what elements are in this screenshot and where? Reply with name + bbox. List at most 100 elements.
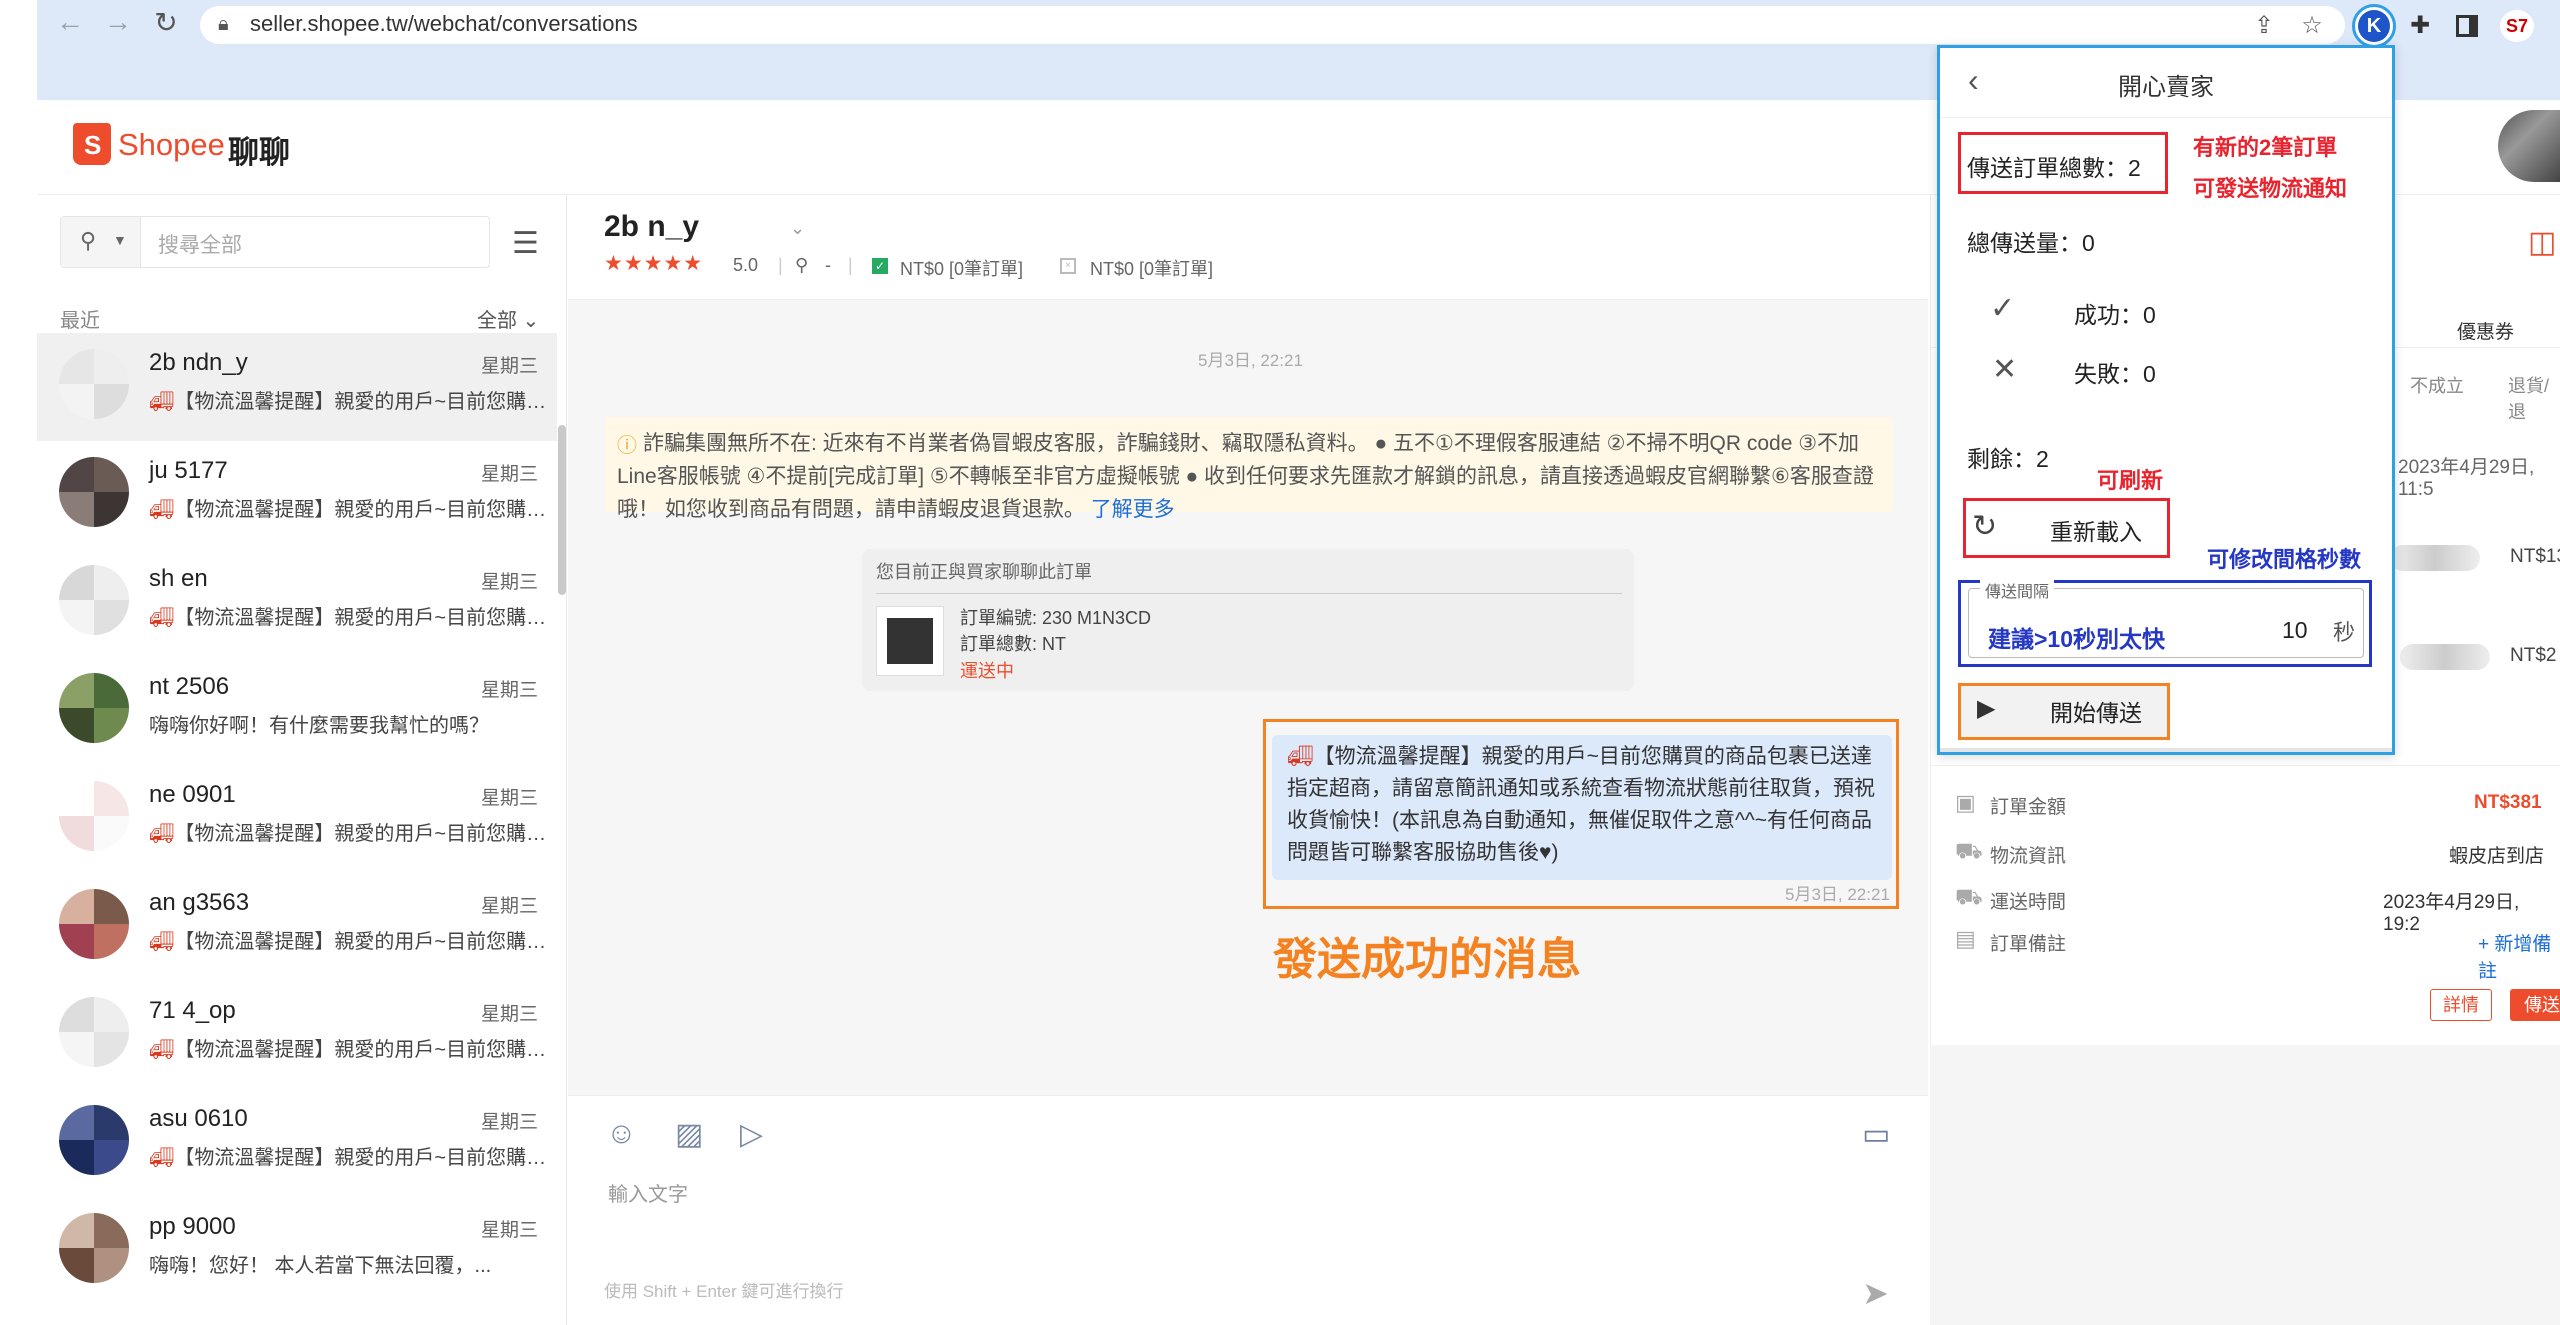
avatar bbox=[59, 1213, 129, 1283]
tab-coupon[interactable]: 優惠券 bbox=[2457, 317, 2514, 344]
remaining-count: 剩餘：2 bbox=[1967, 446, 2049, 472]
video-icon[interactable]: ▷ bbox=[740, 1117, 763, 1152]
order-total: 訂單總數: NT bbox=[960, 634, 1066, 654]
order-amount-1: NT$13 bbox=[2510, 546, 2560, 567]
bookmark-star-icon[interactable]: ☆ bbox=[2294, 8, 2330, 44]
conversation-item[interactable]: nt 2506 星期三 嗨嗨你好啊！有什麼需要我幫忙的嗎？ bbox=[37, 657, 557, 765]
share-icon[interactable]: ⇪ bbox=[2246, 8, 2282, 44]
reload-icon[interactable]: ↻ bbox=[148, 6, 184, 39]
detail-button[interactable]: 詳情 bbox=[2430, 989, 2492, 1021]
order-amount-2: NT$2 bbox=[2510, 645, 2557, 666]
preview-text: 【物流溫馨提醒】親愛的用戶~目前您購買的商品包裹已送達 bbox=[174, 931, 549, 953]
check-icon: ✓ bbox=[1990, 292, 2016, 325]
popup-footer bbox=[1940, 748, 2392, 752]
preview-text: 【物流溫馨提醒】親愛的用戶~目前您購買的商品包裹已送達 bbox=[174, 607, 549, 629]
blurred-product bbox=[2390, 545, 2480, 571]
success-count: 成功：0 bbox=[2074, 302, 2156, 328]
learn-more-link[interactable]: 了解更多 bbox=[1091, 498, 1175, 521]
conversation-item[interactable]: ne 0901 星期三 🚚︎【物流溫馨提醒】親愛的用戶~目前您購買的商品包裹已送達 bbox=[37, 765, 557, 873]
message-input[interactable]: 輸入文字 bbox=[608, 1178, 688, 1207]
preview-text: 嗨嗨你好啊！有什麼需要我幫忙的嗎？ bbox=[149, 715, 489, 737]
divider: | bbox=[848, 255, 853, 275]
check-box-icon: ✓ bbox=[872, 258, 888, 274]
forward-icon[interactable]: → bbox=[100, 6, 136, 38]
preview-text: 【物流溫馨提醒】親愛的用戶~目前您購買的商品包裹已送達 bbox=[174, 391, 549, 413]
logistics-label: 物流資訊 bbox=[1990, 846, 2067, 867]
preview-text: 嗨嗨！您好！ 本人若當下無法回覆，... bbox=[149, 1255, 492, 1277]
order-amount-value: NT$381 bbox=[2474, 792, 2542, 813]
truck-outline-icon: ⛟ bbox=[1955, 838, 1983, 863]
avatar bbox=[59, 457, 129, 527]
puzzle-icon[interactable]: ✚ bbox=[2402, 8, 2438, 44]
conversation-name: 71 4_op bbox=[149, 997, 236, 1024]
interval-legend: 傳送間隔 bbox=[1980, 578, 2055, 602]
url-text[interactable]: seller.shopee.tw/webchat/conversations bbox=[250, 11, 638, 37]
emoji-icon[interactable]: ☺ bbox=[606, 1117, 637, 1151]
conversation-name: ne 0901 bbox=[149, 781, 236, 808]
location-value: - bbox=[825, 255, 831, 275]
preview-text: 【物流溫馨提醒】親愛的用戶~目前您購買的商品包裹已送達 bbox=[174, 499, 549, 521]
filter-invalid[interactable]: 不成立 bbox=[2410, 372, 2464, 398]
shopee-s-glyph: S bbox=[84, 130, 102, 160]
sidepanel-icon[interactable] bbox=[2456, 15, 2478, 37]
chevron-down-icon[interactable]: ⌄ bbox=[790, 218, 805, 239]
rating-value: 5.0 bbox=[733, 255, 759, 275]
search-scope-dropdown[interactable] bbox=[61, 217, 141, 267]
pending-orders-meta: NT$0 [0筆訂單] bbox=[1090, 259, 1214, 279]
blurred-product bbox=[2400, 644, 2490, 670]
interval-input[interactable]: 10 bbox=[2282, 617, 2308, 644]
input-hint: 使用 Shift + Enter 鍵可進行換行 bbox=[604, 1282, 844, 1301]
quick-reply-icon[interactable]: ▭ bbox=[1862, 1117, 1890, 1152]
send-order-button[interactable]: 傳送 bbox=[2510, 989, 2560, 1021]
search-icon: ⚲ bbox=[80, 228, 97, 253]
conversation-name: pp 9000 bbox=[149, 1213, 236, 1240]
annotation-success-message: 發送成功的消息 bbox=[1273, 935, 1581, 984]
add-note-link[interactable]: + 新增備註 bbox=[2478, 929, 2560, 983]
sidebar-scrollbar[interactable] bbox=[558, 425, 566, 595]
conversation-item[interactable]: 2b ndn_y 星期三 🚚︎【物流溫馨提醒】親愛的用戶~目前您購買的商品包裹已送達 bbox=[37, 333, 557, 441]
total-sent-count: 總傳送量：0 bbox=[1967, 230, 2095, 256]
avatar bbox=[59, 673, 129, 743]
buyer-name[interactable]: 2b n_y bbox=[604, 210, 699, 244]
conversation-item[interactable]: pp 9000 星期三嗨嗨！您好！ 本人若當下無法回覆，... bbox=[37, 1197, 557, 1305]
message-date: 5月3日, 22:21 bbox=[1198, 351, 1303, 370]
filter-all-dropdown[interactable]: 全部 ⌄ bbox=[477, 304, 539, 333]
conversation-item[interactable]: asu 0610 星期三 🚚︎【物流溫馨提醒】親愛的用戶~目前您購買的商品包裹已送達 bbox=[37, 1089, 557, 1197]
truck-icon: 🚚︎ bbox=[149, 931, 175, 953]
image-icon[interactable]: ▨ bbox=[675, 1117, 703, 1152]
preview-text: 【物流溫馨提醒】親愛的用戶~目前您購買的商品包裹已送達 bbox=[174, 1147, 549, 1169]
brand-logo-text: Shopee bbox=[118, 127, 225, 162]
order-note-label: 訂單備註 bbox=[1990, 934, 2067, 955]
seller-avatar[interactable] bbox=[2498, 110, 2560, 182]
start-send-label: 開始傳送 bbox=[2050, 700, 2142, 726]
back-chevron-icon[interactable]: ‹ bbox=[1968, 62, 1979, 99]
conversation-day: 星期三 bbox=[481, 1220, 539, 1241]
search-placeholder: 搜尋全部 bbox=[158, 234, 242, 257]
send-icon[interactable]: ➤ bbox=[1862, 1274, 1889, 1312]
conversation-preview: 🚚︎【物流溫馨提醒】親愛的用戶~目前您購買的商品包裹已送達 bbox=[149, 385, 549, 414]
annotation-refresh: 可刷新 bbox=[2097, 468, 2164, 493]
filter-list-icon[interactable]: ☰ bbox=[512, 226, 539, 261]
rating-stars: ★★★★★ bbox=[604, 252, 704, 275]
brand-sub-text: 聊聊 bbox=[228, 135, 290, 170]
reload-button-label: 重新載入 bbox=[2050, 519, 2142, 545]
preview-text: 【物流溫馨提醒】親愛的用戶~目前您購買的商品包裹已送達 bbox=[174, 1039, 549, 1061]
conversation-preview: 🚚︎【物流溫馨提醒】親愛的用戶~目前您購買的商品包裹已送達 bbox=[149, 817, 549, 846]
conversation-item[interactable]: 71 4_op 星期三 🚚︎【物流溫馨提醒】親愛的用戶~目前您購買的商品包裹已送達 bbox=[37, 981, 557, 1089]
close-icon: ✕ bbox=[1992, 353, 2018, 386]
conversation-day: 星期三 bbox=[481, 788, 539, 809]
panel-toggle-icon[interactable]: ◫ bbox=[2528, 225, 2556, 260]
conversation-item[interactable]: an g3563 星期三 🚚︎【物流溫馨提醒】親愛的用戶~目前您購買的商品包裹已送達 bbox=[37, 873, 557, 981]
filter-return[interactable]: 退貨/退 bbox=[2508, 372, 2560, 424]
avatar bbox=[59, 889, 129, 959]
conversation-item[interactable]: sh en 星期三 🚚︎【物流溫馨提醒】親愛的用戶~目前您購買的商品包裹已送達 bbox=[37, 549, 557, 657]
truck-icon: 🚚︎ bbox=[149, 607, 175, 629]
wallet-icon: ▣ bbox=[1955, 790, 1976, 815]
back-icon[interactable]: ← bbox=[52, 6, 88, 38]
extension-k-icon[interactable]: K bbox=[2358, 10, 2390, 42]
conversation-preview: 嗨嗨！您好！ 本人若當下無法回覆，... bbox=[149, 1249, 549, 1278]
conversation-item[interactable]: ju 5177 星期三 🚚︎【物流溫馨提醒】親愛的用戶~目前您購買的商品包裹已送達 bbox=[37, 441, 557, 549]
profile-badge-icon[interactable]: S7 bbox=[2500, 10, 2534, 42]
truck-icon: 🚚︎ bbox=[149, 391, 175, 413]
popup-title: 開心賣家 bbox=[2118, 74, 2214, 101]
